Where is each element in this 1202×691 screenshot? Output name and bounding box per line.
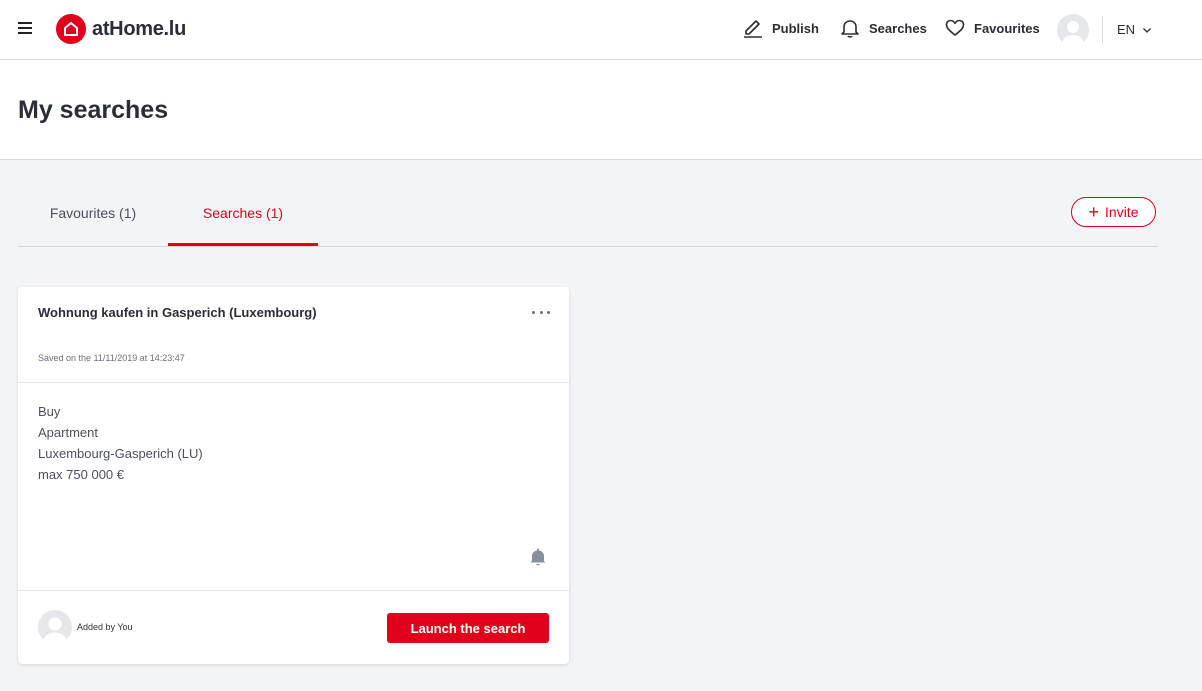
pencil-icon (744, 20, 762, 38)
card-divider (18, 382, 569, 383)
alert-bell-icon[interactable] (528, 547, 548, 572)
added-by-label: Added by You (77, 622, 133, 632)
criteria-location: Luxembourg-Gasperich (LU) (38, 446, 203, 461)
publish-label: Publish (772, 20, 819, 36)
hamburger-menu-icon[interactable] (18, 22, 32, 34)
criteria-transaction: Buy (38, 404, 61, 419)
invite-label: Invite (1105, 204, 1139, 220)
search-criteria: Buy Apartment Luxembourg-Gasperich (LU) … (38, 401, 203, 485)
card-footer-divider (18, 590, 569, 591)
page-title: My searches (18, 96, 169, 124)
added-by-avatar (38, 610, 72, 644)
publish-nav-link[interactable]: Publish (742, 17, 819, 39)
page-header: My searches (0, 60, 1202, 160)
brand-name: atHome.lu (92, 17, 186, 40)
invite-button[interactable]: + Invite (1071, 197, 1156, 227)
bell-icon (841, 20, 859, 38)
launch-search-button[interactable]: Launch the search (387, 613, 549, 643)
saved-timestamp: Saved on the 11/11/2019 at 14:23:47 (38, 353, 185, 363)
user-silhouette-icon (43, 617, 67, 644)
header-divider (1102, 16, 1103, 44)
favourites-label: Favourites (974, 20, 1040, 36)
tab-searches[interactable]: Searches (1) (168, 188, 318, 246)
tab-bar: Favourites (1) Searches (1) (18, 188, 1158, 247)
more-options-icon[interactable] (532, 305, 550, 319)
user-avatar[interactable] (1057, 14, 1089, 46)
chevron-down-icon (1143, 27, 1152, 33)
heart-icon (945, 19, 965, 36)
criteria-property-type: Apartment (38, 425, 98, 440)
favourites-nav-link[interactable]: Favourites (944, 17, 1040, 39)
top-navigation-bar: atHome.lu Publish Searches Favourites EN (0, 0, 1202, 60)
saved-search-card: Wohnung kaufen in Gasperich (Luxembourg)… (18, 287, 569, 664)
criteria-max-price: max 750 000 € (38, 467, 125, 482)
language-selector[interactable]: EN (1117, 22, 1153, 37)
user-silhouette-icon (1062, 21, 1084, 46)
search-title: Wohnung kaufen in Gasperich (Luxembourg) (38, 305, 317, 320)
searches-nav-link[interactable]: Searches (839, 17, 927, 39)
searches-label: Searches (869, 20, 927, 36)
plus-icon: + (1088, 202, 1100, 222)
brand-logo[interactable]: atHome.lu (56, 14, 186, 44)
house-logo-icon (56, 14, 86, 44)
language-label: EN (1117, 22, 1136, 37)
tab-favourites[interactable]: Favourites (1) (18, 188, 168, 245)
